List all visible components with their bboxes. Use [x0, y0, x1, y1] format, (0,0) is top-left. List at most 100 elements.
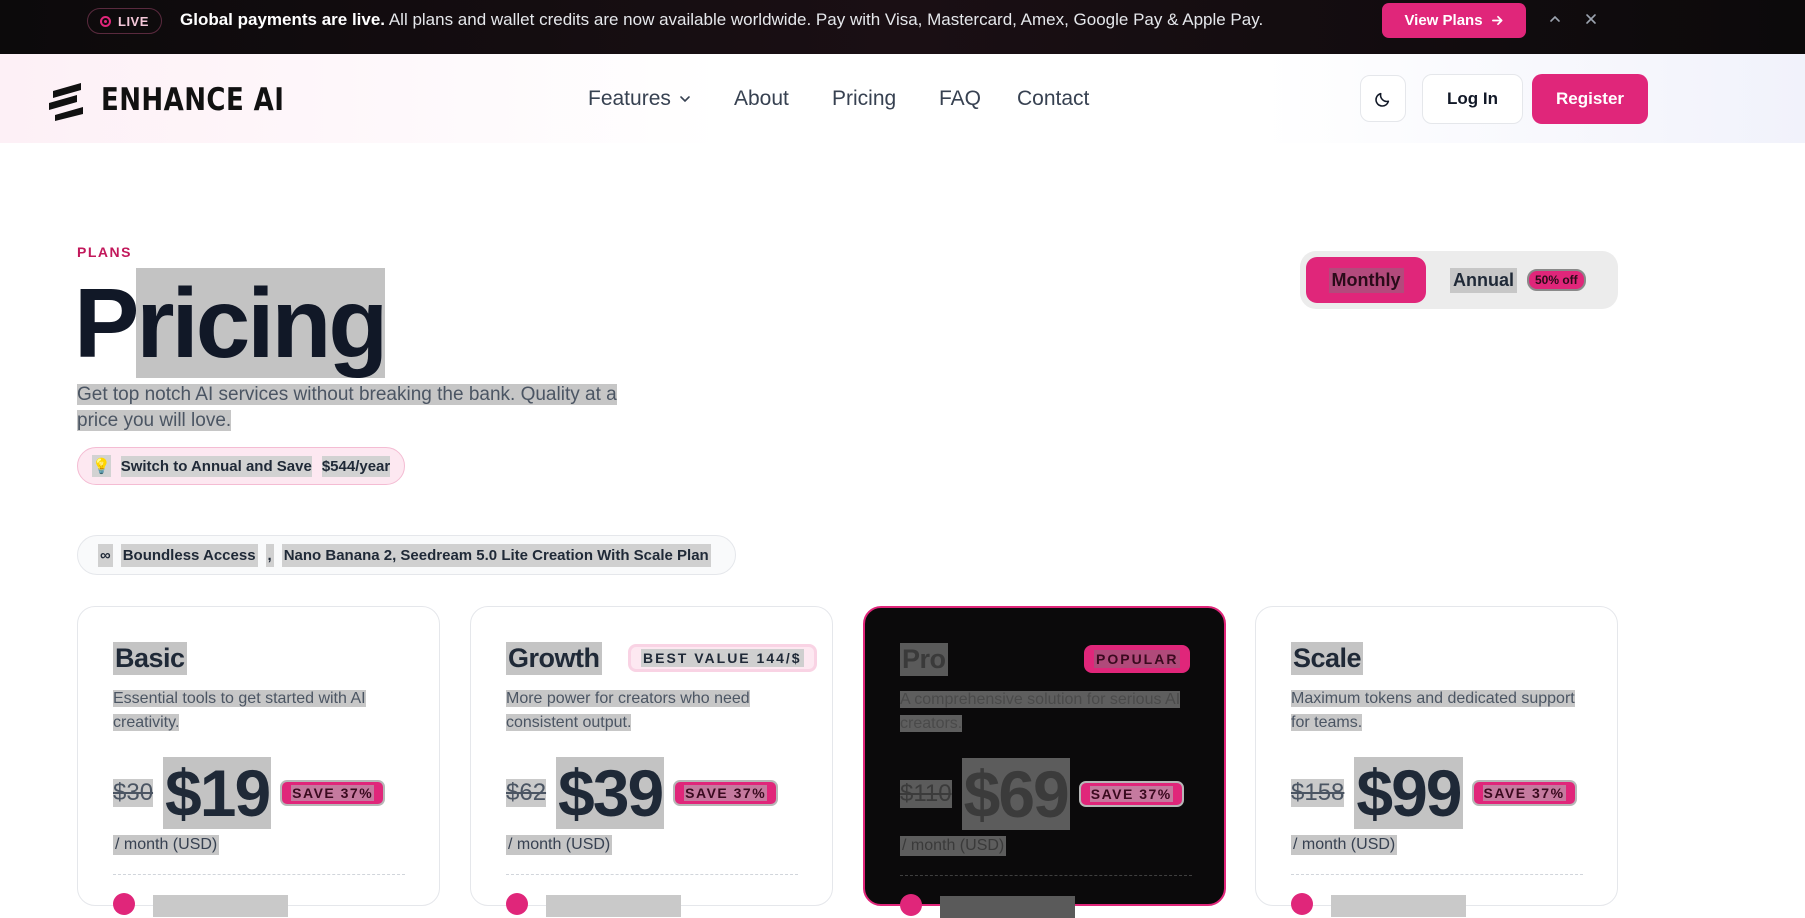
- plan-period: / month (USD): [900, 836, 1007, 856]
- plan-old-price: $110: [900, 780, 952, 808]
- brand-name: ENHANCE AI: [101, 82, 285, 118]
- plan-save-badge: SAVE 37%: [673, 780, 779, 806]
- feature-text-placeholder: [1331, 895, 1466, 917]
- live-badge: LIVE: [87, 8, 162, 34]
- view-plans-button[interactable]: View Plans: [1382, 3, 1526, 38]
- plan-period: / month (USD): [113, 835, 220, 855]
- access-separator: ,: [265, 543, 274, 567]
- plan-price: $99: [1354, 756, 1463, 830]
- arrow-right-icon: [1491, 15, 1503, 26]
- plan-name: Basic: [113, 642, 187, 675]
- feature-text-placeholder: [546, 895, 681, 917]
- feature-check-icon: [1291, 893, 1313, 915]
- brand-mark-icon: [49, 83, 83, 121]
- nav-features[interactable]: Features: [588, 87, 691, 111]
- plan-price-row: $158 $99 SAVE 37%: [1291, 757, 1577, 829]
- plan-card-pro[interactable]: Pro POPULAR A comprehensive solution for…: [863, 606, 1226, 918]
- plan-price-row: $62 $39 SAVE 37%: [506, 756, 779, 830]
- plan-save-text: SAVE 37%: [684, 785, 768, 801]
- announcement-headline: Global payments are live.: [180, 10, 386, 29]
- toggle-monthly[interactable]: Monthly: [1306, 257, 1426, 303]
- announcement-body: All plans and wallet credits are now ava…: [388, 10, 1264, 29]
- plan-old-price: $158: [1291, 779, 1345, 807]
- plan-old-price: $62: [506, 779, 547, 807]
- plan-price: $69: [961, 757, 1070, 831]
- register-button[interactable]: Register: [1532, 74, 1648, 124]
- best-value-badge: BEST VALUE 144/$: [628, 644, 817, 672]
- plan-save-text: SAVE 37%: [1482, 785, 1566, 801]
- access-info-pill: ∞ Boundless Access , Nano Banana 2, Seed…: [77, 535, 736, 575]
- theme-toggle-button[interactable]: [1360, 75, 1406, 122]
- close-icon[interactable]: [1581, 9, 1601, 29]
- plan-price: $39: [556, 756, 664, 830]
- toggle-annual-label: Annual: [1450, 267, 1517, 293]
- billing-period-toggle: Monthly Annual 50% off: [1300, 251, 1618, 309]
- plan-description: More power for creators who need consist…: [506, 687, 806, 735]
- plan-save-text: SAVE 37%: [1089, 786, 1173, 802]
- plan-card-growth[interactable]: Growth BEST VALUE 144/$ More power for c…: [470, 606, 833, 917]
- plan-name: Pro: [900, 643, 948, 676]
- plan-save-badge: SAVE 37%: [1471, 780, 1577, 806]
- plan-name: Growth: [506, 642, 602, 675]
- page-title-rest: ricing: [136, 268, 388, 378]
- nav-features-label: Features: [588, 87, 671, 110]
- nav-contact[interactable]: Contact: [1017, 87, 1089, 111]
- nav-about-label: About: [734, 87, 789, 110]
- page-subtitle: Get top notch AI services without breaki…: [77, 382, 637, 434]
- access-label: Boundless Access: [120, 543, 258, 567]
- card-divider: [1291, 874, 1583, 875]
- plan-description-text: More power for creators who need consist…: [506, 690, 750, 731]
- annual-discount-badge: 50% off: [1527, 269, 1586, 291]
- chevron-down-icon: [680, 96, 690, 103]
- login-button[interactable]: Log In: [1422, 74, 1523, 124]
- plan-period: / month (USD): [506, 835, 613, 855]
- plan-save-badge: SAVE 37%: [1078, 781, 1184, 807]
- plan-description: Essential tools to get started with AI c…: [113, 687, 413, 735]
- feature-check-icon: [900, 894, 922, 916]
- infinity-icon: ∞: [98, 543, 113, 567]
- annual-savings-amount: $544/year: [321, 455, 391, 477]
- popular-text: POPULAR: [1094, 650, 1181, 668]
- card-divider: [900, 875, 1192, 876]
- best-value-text: BEST VALUE 144/$: [641, 649, 804, 667]
- lightbulb-icon: 💡: [92, 455, 111, 477]
- annual-savings-text: Switch to Annual and Save: [120, 455, 312, 477]
- feature-text-placeholder: [153, 895, 288, 917]
- plan-save-text: SAVE 37%: [291, 785, 375, 801]
- plan-period: / month (USD): [1291, 835, 1398, 855]
- feature-check-icon: [113, 893, 135, 915]
- toggle-annual[interactable]: Annual 50% off: [1450, 257, 1586, 303]
- card-divider: [506, 874, 798, 875]
- annual-savings-pill[interactable]: 💡 Switch to Annual and Save $544/year: [77, 447, 406, 485]
- page-subtitle-text: Get top notch AI services without breaki…: [77, 384, 617, 431]
- card-divider: [113, 874, 405, 875]
- plan-name: Scale: [1291, 642, 1364, 675]
- plan-card-scale[interactable]: Scale Maximum tokens and dedicated suppo…: [1255, 606, 1618, 917]
- site-header: ENHANCE AI Features About Pricing FAQ Co…: [0, 54, 1805, 143]
- moon-icon: [1375, 92, 1390, 107]
- collapse-chevron-up-icon[interactable]: [1545, 9, 1565, 29]
- popular-badge: POPULAR: [1084, 645, 1191, 673]
- nav-pricing[interactable]: Pricing: [832, 87, 896, 111]
- plan-description-text: Essential tools to get started with AI c…: [113, 690, 366, 731]
- nav-about[interactable]: About: [734, 87, 789, 111]
- plan-save-badge: SAVE 37%: [280, 780, 386, 806]
- plan-description-text: A comprehensive solution for serious AI …: [900, 691, 1181, 732]
- live-indicator-icon: [100, 15, 111, 27]
- nav-pricing-label: Pricing: [832, 87, 897, 110]
- announcement-message: Global payments are live. All plans and …: [180, 10, 1263, 30]
- page-title: Pricing: [74, 268, 388, 378]
- plan-description-text: Maximum tokens and dedicated support for…: [1291, 690, 1575, 731]
- announcement-bar: LIVE Global payments are live. All plans…: [0, 0, 1805, 54]
- feature-check-icon: [506, 893, 528, 915]
- section-eyebrow: PLANS: [77, 244, 132, 260]
- plan-card-basic[interactable]: Basic Essential tools to get started wit…: [77, 606, 440, 917]
- page-title-first: P: [74, 268, 139, 378]
- plan-price: $19: [163, 756, 271, 830]
- brand-logo[interactable]: ENHANCE AI: [47, 79, 319, 121]
- live-label: LIVE: [118, 13, 149, 29]
- view-plans-label: View Plans: [1404, 12, 1483, 29]
- plan-description: A comprehensive solution for serious AI …: [900, 688, 1200, 736]
- nav-faq[interactable]: FAQ: [939, 87, 981, 111]
- plan-price-row: $30 $19 SAVE 37%: [113, 756, 386, 830]
